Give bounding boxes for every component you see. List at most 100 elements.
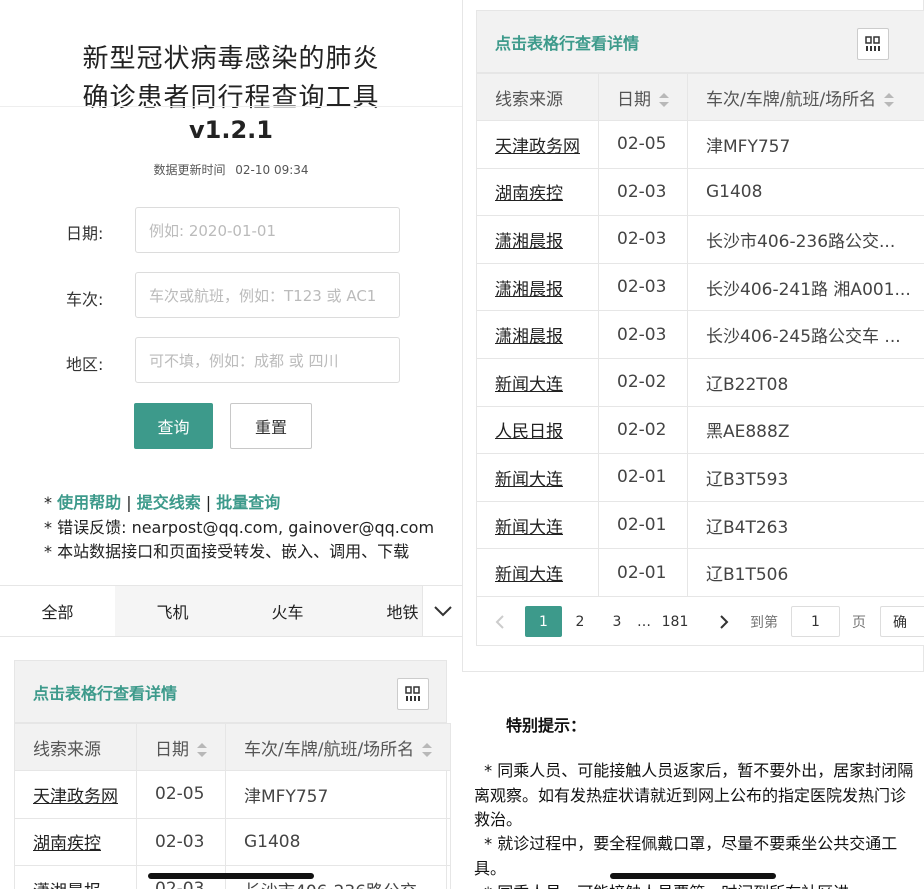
table-row[interactable]: 新闻大连 02-02 辽B22T08 xyxy=(476,357,924,407)
page-title-line1: 新型冠状病毒感染的肺炎 xyxy=(82,44,380,74)
page-3[interactable]: 3 xyxy=(607,606,627,637)
date-label: 日期: xyxy=(66,224,104,243)
header-detail[interactable]: 车次/车牌/航班/场所名 xyxy=(224,723,452,771)
link-separator: | xyxy=(205,493,212,512)
table-row[interactable]: 天津政务网 02-05 津MFY757 xyxy=(14,770,452,819)
table-row[interactable]: 潇湘晨报 02-03 长沙市406-236路公交... xyxy=(476,215,924,264)
page-unit-label: 页 xyxy=(852,614,866,631)
prev-page-icon[interactable] xyxy=(490,606,510,637)
page-ellipsis: … xyxy=(637,613,651,630)
cell-source[interactable]: 湖南疾控 xyxy=(476,167,599,217)
cell-source[interactable]: 新闻大连 xyxy=(476,500,599,550)
update-label: 数据更新时间 xyxy=(153,163,226,177)
pagination: 1 2 3 … 181 到第 1 页 确 xyxy=(476,598,924,646)
sort-icon[interactable] xyxy=(422,742,433,757)
page-1[interactable]: 1 xyxy=(525,606,562,637)
help-link[interactable]: 使用帮助 xyxy=(57,493,121,512)
note-star: * xyxy=(44,493,52,512)
next-page-icon[interactable] xyxy=(714,606,734,637)
cell-source[interactable]: 新闻大连 xyxy=(476,357,599,407)
update-value: 02-10 09:34 xyxy=(235,163,309,177)
cell-date: 02-01 xyxy=(598,500,688,550)
table-hint: 点击表格行查看详情 xyxy=(33,684,178,703)
cell-date: 02-03 xyxy=(598,167,688,217)
cell-detail: 津MFY757 xyxy=(224,770,452,819)
results-panel-right: 点击表格行查看详情 线索来源 日期 车次/车牌/航班/场所名 天津政务网 02-0… xyxy=(476,10,924,646)
goto-page-input[interactable]: 1 xyxy=(791,606,840,637)
sort-icon[interactable] xyxy=(659,92,669,107)
page-title-line2: 确诊患者同行程查询工具 xyxy=(82,83,380,113)
cell-source[interactable]: 新闻大连 xyxy=(476,453,599,502)
table-row[interactable]: 新闻大连 02-01 辽B1T506 xyxy=(476,548,924,597)
cell-source[interactable]: 潇湘晨报 xyxy=(476,215,599,264)
cell-date: 02-02 xyxy=(598,357,688,407)
cell-date: 02-05 xyxy=(598,120,688,169)
cell-source[interactable]: 潇湘晨报 xyxy=(14,865,137,889)
table-row[interactable]: 新闻大连 02-01 辽B3T593 xyxy=(476,453,924,502)
cell-source[interactable]: 天津政务网 xyxy=(476,120,599,169)
results-table-right: 线索来源 日期 车次/车牌/航班/场所名 天津政务网 02-05 津MFY757 湖… xyxy=(476,73,924,597)
columns-icon[interactable] xyxy=(857,28,889,60)
page-last[interactable]: 181 xyxy=(660,606,690,637)
cell-source[interactable]: 潇湘晨报 xyxy=(476,310,599,359)
page-2[interactable]: 2 xyxy=(570,606,590,637)
goto-confirm-button[interactable]: 确 xyxy=(880,606,924,637)
table-row[interactable]: 人民日报 02-02 黑AE888Z xyxy=(476,405,924,455)
cell-detail: 长沙市406-236路公交... xyxy=(687,215,924,264)
cell-date: 02-01 xyxy=(598,548,688,597)
tab-plane[interactable]: 飞机 xyxy=(115,586,230,636)
update-time: 数据更新时间 02-10 09:34 xyxy=(0,161,462,178)
region-label: 地区: xyxy=(66,355,104,374)
cell-source[interactable]: 新闻大连 xyxy=(476,548,599,597)
cell-detail: 长沙406-241路 湘A001... xyxy=(687,262,924,312)
cell-source[interactable]: 天津政务网 xyxy=(14,770,137,819)
header-detail[interactable]: 车次/车牌/航班/场所名 xyxy=(687,73,924,121)
table-hint: 点击表格行查看详情 xyxy=(495,34,640,53)
sort-icon[interactable] xyxy=(197,742,207,757)
cell-source[interactable]: 湖南疾控 xyxy=(14,817,137,867)
columns-icon[interactable] xyxy=(397,678,429,710)
tips-title: 特别提示： xyxy=(506,716,587,735)
tab-all[interactable]: 全部 xyxy=(0,586,115,636)
cell-date: 02-03 xyxy=(598,310,688,359)
table-row[interactable]: 湖南疾控 02-03 G1408 xyxy=(476,167,924,217)
table-row[interactable]: 天津政务网 02-05 津MFY757 xyxy=(476,120,924,169)
cell-source[interactable]: 人民日报 xyxy=(476,405,599,455)
results-table-left: 线索来源 日期 车次/车牌/航班/场所名 天津政务网 02-05 津MFY757… xyxy=(14,723,452,889)
table-row[interactable]: 潇湘晨报 02-03 长沙406-245路公交车 ... xyxy=(476,310,924,359)
cell-detail: 辽B1T506 xyxy=(687,548,924,597)
batch-link[interactable]: 批量查询 xyxy=(216,493,280,512)
results-panel-left: 点击表格行查看详情 线索来源 日期 车次/车牌/航班/场所名 天津政务网 02-… xyxy=(14,660,452,889)
table-row[interactable]: 湖南疾控 02-03 G1408 xyxy=(14,817,452,867)
submit-link[interactable]: 提交线索 xyxy=(137,493,201,512)
home-indicator[interactable] xyxy=(148,873,314,879)
chevron-down-icon[interactable] xyxy=(422,586,462,636)
title-divider xyxy=(0,106,462,107)
cell-date: 02-03 xyxy=(598,215,688,264)
cell-detail: 辽B4T263 xyxy=(687,500,924,550)
date-input[interactable]: 例如: 2020-01-01 xyxy=(135,207,400,253)
category-tabs: 全部 飞机 火车 地铁 xyxy=(0,585,462,637)
cell-source[interactable]: 潇湘晨报 xyxy=(476,262,599,312)
table-row[interactable]: 新闻大连 02-01 辽B4T263 xyxy=(476,500,924,550)
header-date[interactable]: 日期 xyxy=(598,73,688,121)
tab-train[interactable]: 火车 xyxy=(230,586,345,636)
cell-date: 02-01 xyxy=(598,453,688,502)
links-line: * 使用帮助 | 提交线索 | 批量查询 xyxy=(44,489,280,513)
cell-date: 02-03 xyxy=(598,262,688,312)
train-input[interactable]: 车次或航班，例如：T123 或 AC1 xyxy=(135,272,400,318)
cell-detail: 辽B3T593 xyxy=(687,453,924,502)
region-input[interactable]: 可不填，例如：成都 或 四川 xyxy=(135,337,400,383)
reset-button[interactable]: 重置 xyxy=(230,403,312,449)
sort-icon[interactable] xyxy=(884,92,895,107)
cell-detail: 长沙406-245路公交车 ... xyxy=(687,310,924,359)
feedback-note: * 错误反馈: nearpost@qq.com, gainover@qq.com xyxy=(44,518,435,537)
header-date[interactable]: 日期 xyxy=(136,723,226,771)
goto-label: 到第 xyxy=(750,614,778,631)
cell-date: 02-02 xyxy=(598,405,688,455)
query-button[interactable]: 查询 xyxy=(134,403,213,449)
table-row[interactable]: 潇湘晨报 02-03 长沙406-241路 湘A001... xyxy=(476,262,924,312)
cell-date: 02-05 xyxy=(136,770,226,819)
license-note: * 本站数据接口和页面接受转发、嵌入、调用、下载 xyxy=(44,542,410,561)
home-indicator[interactable] xyxy=(610,873,776,879)
